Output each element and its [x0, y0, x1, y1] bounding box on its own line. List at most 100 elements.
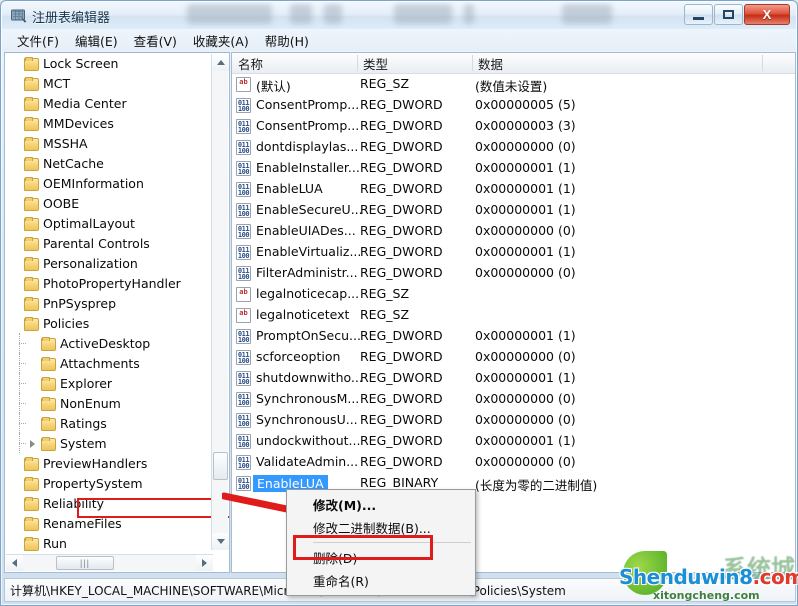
table-row[interactable]: 011 100 EnableVirtualiz... REG_DWORD 0x00000…	[232, 242, 795, 263]
folder-icon	[23, 56, 39, 71]
tree-item[interactable]: OOBE	[5, 193, 205, 213]
table-row[interactable]: 011 100 EnableUIADes... REG_DWORD 0x00000000…	[232, 221, 795, 242]
scroll-right-button[interactable]	[196, 555, 213, 571]
folder-icon	[23, 316, 39, 331]
menu-edit[interactable]: 编辑(E)	[70, 29, 129, 52]
tree-expander-placeholder	[9, 457, 22, 470]
tree-item-label: Media Center	[43, 95, 127, 111]
column-data[interactable]: 数据	[472, 53, 762, 73]
scroll-down-button[interactable]	[212, 533, 229, 550]
tree-item[interactable]: Personalization	[5, 253, 205, 273]
table-row[interactable]: ab legalnoticecap... REG_SZ	[232, 284, 795, 305]
tree-item[interactable]: Lock Screen	[5, 53, 205, 73]
tree-item[interactable]: NonEnum	[5, 393, 205, 413]
column-name[interactable]: 名称	[232, 53, 357, 73]
context-rename[interactable]: 重命名(R)	[287, 569, 475, 592]
scroll-left-button[interactable]	[6, 555, 23, 571]
minimize-button[interactable]	[684, 4, 713, 25]
tree-item[interactable]: Media Center	[5, 93, 205, 113]
menu-favorites[interactable]: 收藏夹(A)	[188, 29, 260, 52]
menu-bar: 文件(F) 编辑(E) 查看(V) 收藏夹(A) 帮助(H)	[2, 29, 796, 51]
values-list[interactable]: ab (默认) REG_SZ (数值未设置) 011 100 ConsentPromp...…	[232, 74, 795, 494]
table-row[interactable]: 011 100 scforceoption REG_DWORD 0x00000000 (…	[232, 347, 795, 368]
string-value-icon: ab	[236, 308, 251, 323]
tree-item[interactable]: PropertySystem	[5, 473, 205, 493]
chevron-down-icon	[216, 539, 225, 544]
registry-tree[interactable]: Lock Screen MCT Media Center MMDevices MSSHA…	[5, 53, 205, 551]
tree-horizontal-scrollbar[interactable]: |||	[6, 554, 213, 571]
tree-item[interactable]: NetCache	[5, 153, 205, 173]
tree-item-label: Explorer	[60, 375, 113, 391]
folder-icon	[23, 116, 39, 131]
table-row[interactable]: 011 100 PromptOnSecu... REG_DWORD 0x00000001…	[232, 326, 795, 347]
tree-item[interactable]: Explorer	[5, 373, 205, 393]
maximize-button[interactable]	[714, 4, 743, 25]
tree-expander-placeholder	[26, 377, 39, 390]
tree-item[interactable]: PhotoPropertyHandler	[5, 273, 205, 293]
table-row[interactable]: 011 100 SynchronousM... REG_DWORD 0x00000000…	[232, 389, 795, 410]
tree-item[interactable]: System	[5, 433, 205, 453]
menu-file[interactable]: 文件(F)	[12, 29, 70, 52]
table-row[interactable]: 011 100 SynchronousU... REG_DWORD 0x00000000…	[232, 410, 795, 431]
tree-item[interactable]: Policies	[5, 313, 205, 333]
table-row[interactable]: 011 100 ValidateAdmin... REG_DWORD 0x0000000…	[232, 452, 795, 473]
table-row[interactable]: 011 100 EnableLUA REG_DWORD 0x00000001 (1)	[232, 179, 795, 200]
table-row[interactable]: 011 100 undockwithout... REG_DWORD 0x0000000…	[232, 431, 795, 452]
table-row[interactable]: 011 100 dontdisplaylas... REG_DWORD 0x000000…	[232, 137, 795, 158]
column-divider[interactable]	[357, 55, 358, 71]
column-divider[interactable]	[472, 55, 473, 71]
table-row[interactable]: ab (默认) REG_SZ (数值未设置)	[232, 74, 795, 95]
tree-expander-icon[interactable]	[26, 437, 39, 450]
folder-icon	[23, 536, 39, 551]
tree-hscroll-thumb[interactable]: |||	[56, 556, 114, 570]
registry-tree-pane[interactable]: Lock Screen MCT Media Center MMDevices MSSHA…	[4, 52, 230, 573]
tree-expander-placeholder	[9, 497, 22, 510]
tree-item[interactable]: MCT	[5, 73, 205, 93]
tree-guide-stub	[19, 443, 26, 445]
tree-expander-placeholder	[26, 337, 39, 350]
value-name: legalnoticecap...	[256, 286, 360, 301]
value-type: REG_BINARY	[360, 475, 439, 490]
tree-item[interactable]: PnPSysprep	[5, 293, 205, 313]
table-row[interactable]: ab legalnoticetext REG_SZ	[232, 305, 795, 326]
tree-item[interactable]: Parental Controls	[5, 233, 205, 253]
tree-item[interactable]: OptimalLayout	[5, 213, 205, 233]
tree-item[interactable]: Attachments	[5, 353, 205, 373]
tree-item[interactable]: Ratings	[5, 413, 205, 433]
menu-help[interactable]: 帮助(H)	[260, 29, 320, 52]
value-type: REG_DWORD	[360, 181, 443, 196]
tree-vertical-scrollbar[interactable]	[211, 54, 229, 550]
tree-selection-annotation-box	[77, 498, 229, 518]
tree-item[interactable]: PreviewHandlers	[5, 453, 205, 473]
dword-value-icon: 011 100	[236, 413, 251, 428]
value-name: EnableVirtualiz...	[256, 244, 362, 259]
tree-scroll-thumb[interactable]	[213, 452, 228, 480]
value-data: 0x00000000 (0)	[475, 412, 576, 427]
close-icon: X	[762, 7, 772, 22]
tree-item[interactable]: ActiveDesktop	[5, 333, 205, 353]
menu-view[interactable]: 查看(V)	[129, 29, 188, 52]
context-modify[interactable]: 修改(M)...	[287, 493, 475, 516]
table-row[interactable]: 011 100 shutdownwitho... REG_DWORD 0x0000000…	[232, 368, 795, 389]
tree-expander-placeholder	[9, 97, 22, 110]
table-row[interactable]: 011 100 ConsentPromp... REG_DWORD 0x00000005…	[232, 95, 795, 116]
column-type[interactable]: 类型	[357, 53, 472, 73]
values-column-header[interactable]: 名称 类型 数据	[232, 53, 795, 74]
scroll-up-button[interactable]	[212, 54, 229, 71]
value-type: REG_DWORD	[360, 349, 443, 364]
value-name: scforceoption	[256, 349, 341, 364]
folder-icon	[23, 176, 39, 191]
tree-item[interactable]: OEMInformation	[5, 173, 205, 193]
value-type: REG_DWORD	[360, 223, 443, 238]
tree-item[interactable]: Run	[5, 533, 205, 551]
tree-item[interactable]: MSSHA	[5, 133, 205, 153]
tree-item-label: OptimalLayout	[43, 215, 135, 231]
table-row[interactable]: 011 100 ConsentPromp... REG_DWORD 0x00000003…	[232, 116, 795, 137]
tree-expander-placeholder	[9, 277, 22, 290]
table-row[interactable]: 011 100 EnableSecureU... REG_DWORD 0x0000000…	[232, 200, 795, 221]
table-row[interactable]: 011 100 EnableInstaller... REG_DWORD 0x00000…	[232, 158, 795, 179]
column-divider[interactable]	[762, 55, 763, 71]
tree-item[interactable]: MMDevices	[5, 113, 205, 133]
table-row[interactable]: 011 100 FilterAdministr... REG_DWORD 0x00000…	[232, 263, 795, 284]
close-button[interactable]: X	[744, 4, 790, 25]
